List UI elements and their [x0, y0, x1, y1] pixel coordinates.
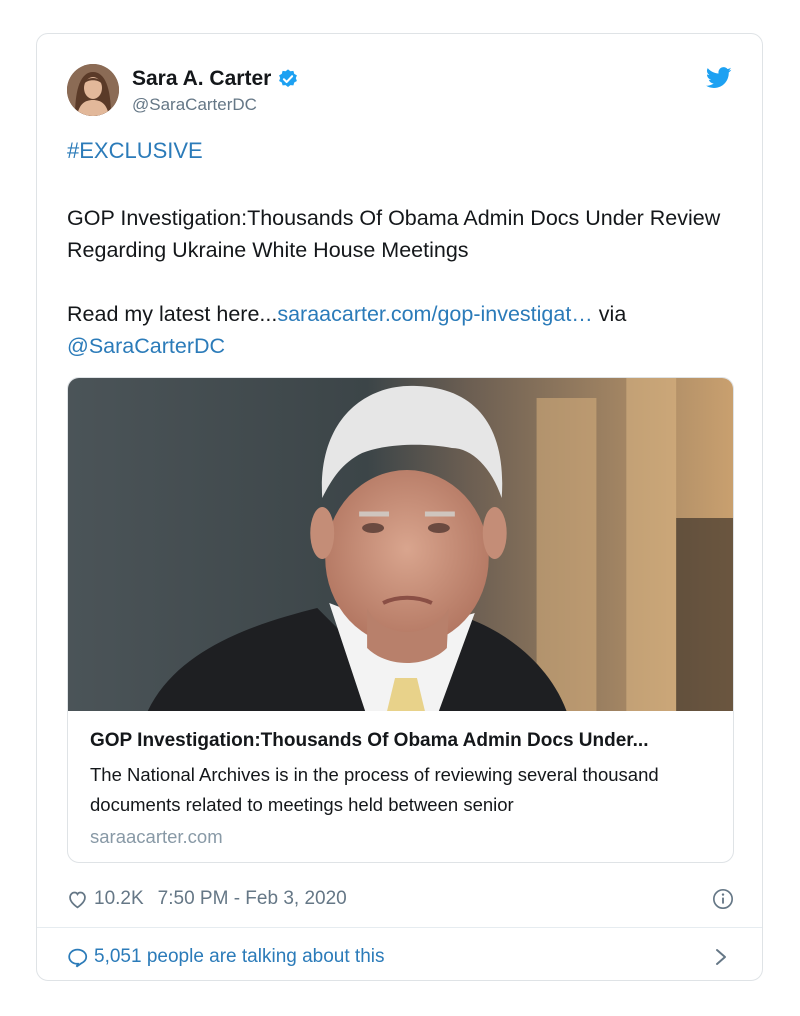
- author-name[interactable]: Sara A. Carter: [132, 67, 271, 91]
- link-preview-card[interactable]: GOP Investigation:Thousands Of Obama Adm…: [67, 377, 734, 863]
- tweet-line: GOP Investigation:Thousands Of Obama Adm…: [67, 206, 721, 262]
- preview-title: GOP Investigation:Thousands Of Obama Adm…: [90, 730, 649, 751]
- verified-badge-icon: [279, 69, 298, 87]
- preview-description: The National Archives is in the process …: [90, 764, 659, 815]
- read-prefix: Read my latest here...: [67, 302, 278, 326]
- twitter-bird-icon[interactable]: [706, 67, 732, 89]
- preview-domain: saraacarter.com: [90, 826, 223, 847]
- timestamp[interactable]: 7:50 PM - Feb 3, 2020: [158, 888, 347, 910]
- tweet-card: Sara A. Carter @SaraCarterDC #EXCLUSIVE …: [36, 33, 763, 981]
- hashtag-link[interactable]: #EXCLUSIVE: [67, 138, 203, 164]
- via-text: via: [592, 302, 627, 326]
- article-link[interactable]: saraacarter.com/gop-investigat…: [277, 302, 592, 326]
- heart-icon[interactable]: [67, 889, 88, 910]
- tweet-text: GOP Investigation:Thousands Of Obama Adm…: [67, 202, 727, 362]
- like-count[interactable]: 10.2K: [94, 888, 144, 910]
- tweet-meta: 10.2K 7:50 PM - Feb 3, 2020: [67, 886, 734, 912]
- author-handle[interactable]: @SaraCarterDC: [132, 95, 257, 115]
- conversation-link[interactable]: 5,051 people are talking about this: [67, 944, 734, 970]
- tweet-read-line: Read my latest here...saraacarter.com/go…: [67, 298, 727, 330]
- divider: [37, 927, 762, 928]
- preview-image: [68, 378, 733, 711]
- info-icon[interactable]: [712, 888, 734, 910]
- avatar[interactable]: [67, 64, 119, 116]
- chevron-right-icon[interactable]: [714, 947, 728, 967]
- mention-link[interactable]: @SaraCarterDC: [67, 334, 225, 358]
- speech-bubble-icon: [68, 948, 88, 967]
- conversation-label[interactable]: 5,051 people are talking about this: [94, 946, 385, 968]
